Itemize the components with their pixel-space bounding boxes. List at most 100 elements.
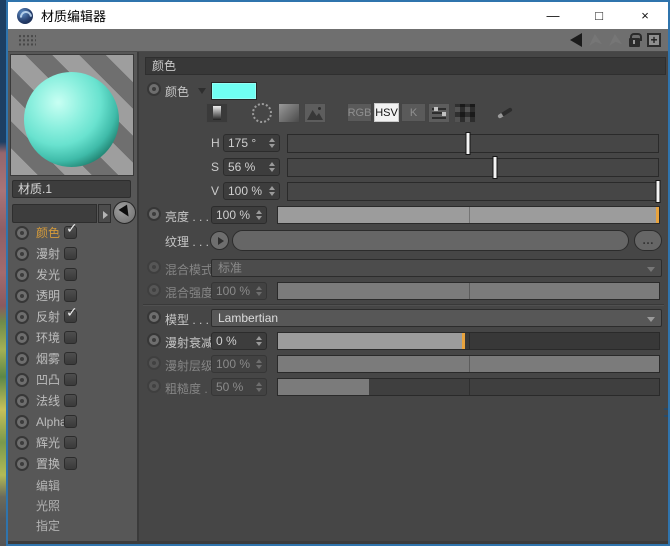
k-mode-button[interactable]: K bbox=[401, 103, 426, 122]
section-header[interactable]: 颜色 bbox=[145, 57, 666, 75]
channel-checkbox[interactable] bbox=[64, 394, 77, 407]
new-window-icon[interactable]: + bbox=[647, 33, 661, 47]
diffuse-falloff-value-field[interactable]: 0 % bbox=[211, 332, 267, 350]
spinner-icon[interactable] bbox=[256, 336, 262, 346]
channel-radio-icon[interactable] bbox=[15, 457, 29, 471]
history-icon-disabled-2 bbox=[609, 34, 622, 46]
value-value-field[interactable]: 100 % bbox=[223, 182, 280, 200]
channel-radio-icon[interactable] bbox=[15, 331, 29, 345]
channel-radio-icon[interactable] bbox=[15, 247, 29, 261]
color-wheel-mode-icon[interactable] bbox=[252, 103, 272, 123]
channel-checkbox[interactable] bbox=[64, 415, 77, 428]
channel-radio-icon[interactable] bbox=[15, 436, 29, 450]
texture-browse-button[interactable]: … bbox=[634, 230, 662, 251]
channel-checkbox[interactable] bbox=[64, 268, 77, 281]
material-name-field[interactable]: 材质.1 bbox=[12, 180, 131, 198]
pick-material-button[interactable] bbox=[113, 201, 136, 224]
channel-row[interactable]: 颜色 ✓ bbox=[8, 222, 137, 243]
channel-radio-icon[interactable] bbox=[15, 310, 29, 324]
drag-grip-icon[interactable] bbox=[18, 34, 36, 47]
channel-row[interactable]: Alpha bbox=[8, 411, 137, 432]
channel-row[interactable]: 凹凸 bbox=[8, 369, 137, 390]
spectrum-slider-mode-icon[interactable] bbox=[206, 103, 228, 123]
channel-row[interactable]: 辉光 bbox=[8, 432, 137, 453]
spinner-icon[interactable] bbox=[269, 186, 275, 196]
model-radio-icon[interactable] bbox=[147, 310, 161, 324]
hsv-mode-button[interactable]: HSV bbox=[374, 103, 399, 122]
mix-strength-value: 100 % bbox=[216, 284, 250, 298]
sidebar-extra-item[interactable]: 编辑 bbox=[8, 476, 137, 496]
channel-row[interactable]: 烟雾 bbox=[8, 348, 137, 369]
channel-radio-icon[interactable] bbox=[15, 289, 29, 303]
channel-checkbox[interactable] bbox=[64, 436, 77, 449]
channel-row[interactable]: 透明 bbox=[8, 285, 137, 306]
brightness-slider[interactable] bbox=[277, 206, 660, 224]
channel-checkbox[interactable] bbox=[64, 247, 77, 260]
lock-icon[interactable] bbox=[629, 38, 640, 47]
diffuse-falloff-slider[interactable] bbox=[277, 332, 660, 350]
channel-row[interactable]: 漫射 bbox=[8, 243, 137, 264]
channel-checkbox[interactable] bbox=[64, 457, 77, 470]
back-arrow-icon[interactable] bbox=[570, 33, 582, 47]
channel-row[interactable]: 反射 ✓ bbox=[8, 306, 137, 327]
value-slider-handle[interactable] bbox=[656, 180, 661, 203]
color-radio-icon[interactable] bbox=[147, 82, 161, 96]
shader-menu-button[interactable] bbox=[98, 204, 111, 223]
spinner-icon[interactable] bbox=[256, 210, 262, 220]
preview-shader-field[interactable] bbox=[12, 204, 97, 223]
mixer-mode-icon[interactable] bbox=[428, 103, 450, 123]
spinner-icon[interactable] bbox=[269, 162, 275, 172]
value-row: V 100 % bbox=[139, 181, 668, 201]
close-button[interactable]: × bbox=[622, 2, 668, 29]
hue-slider[interactable] bbox=[287, 134, 659, 153]
titlebar[interactable]: 材质编辑器 — □ × bbox=[8, 2, 668, 29]
chevron-down-icon[interactable] bbox=[198, 88, 206, 98]
gradient-mode-icon[interactable] bbox=[278, 103, 300, 123]
channel-row[interactable]: 发光 bbox=[8, 264, 137, 285]
value-slider[interactable] bbox=[287, 182, 659, 201]
channel-radio-icon[interactable] bbox=[15, 415, 29, 429]
right-edge-grip[interactable] bbox=[664, 408, 668, 417]
channel-radio-icon[interactable] bbox=[15, 268, 29, 282]
saturation-slider[interactable] bbox=[287, 158, 659, 177]
brightness-value-field[interactable]: 100 % bbox=[211, 206, 267, 224]
saturation-value-field[interactable]: 56 % bbox=[223, 158, 280, 176]
diffuse-level-value-field: 100 % bbox=[211, 355, 267, 373]
slider-fill bbox=[278, 356, 659, 372]
minimize-button[interactable]: — bbox=[530, 2, 576, 29]
swatches-mode-icon[interactable] bbox=[454, 103, 476, 123]
material-preview[interactable] bbox=[10, 54, 134, 176]
image-mode-icon[interactable] bbox=[304, 103, 326, 123]
channel-row[interactable]: 环境 bbox=[8, 327, 137, 348]
hue-value-field[interactable]: 175 ° bbox=[223, 134, 280, 152]
channel-radio-icon[interactable] bbox=[15, 226, 29, 240]
channel-checkbox[interactable] bbox=[64, 352, 77, 365]
channel-checkbox[interactable] bbox=[64, 289, 77, 302]
brightness-label: 亮度 . . . bbox=[165, 208, 209, 225]
eyedropper-icon[interactable] bbox=[495, 103, 517, 123]
channel-checkbox[interactable]: ✓ bbox=[64, 226, 77, 239]
spinner-icon[interactable] bbox=[269, 138, 275, 148]
color-swatch[interactable] bbox=[211, 82, 257, 100]
diffuse-falloff-radio-icon[interactable] bbox=[147, 333, 161, 347]
texture-path-field[interactable] bbox=[232, 230, 629, 251]
saturation-slider-handle[interactable] bbox=[493, 156, 498, 179]
channel-row[interactable]: 置换 bbox=[8, 453, 137, 474]
channel-checkbox[interactable]: ✓ bbox=[64, 310, 77, 323]
brightness-radio-icon[interactable] bbox=[147, 207, 161, 221]
hue-slider-handle[interactable] bbox=[465, 132, 470, 155]
color-row-label: 颜色 bbox=[165, 83, 189, 100]
channel-row[interactable]: 法线 bbox=[8, 390, 137, 411]
channel-checkbox[interactable] bbox=[64, 373, 77, 386]
rgb-mode-button[interactable]: RGB bbox=[347, 103, 372, 122]
channel-radio-icon[interactable] bbox=[15, 373, 29, 387]
channel-checkbox[interactable] bbox=[64, 331, 77, 344]
channel-radio-icon[interactable] bbox=[15, 394, 29, 408]
sidebar-extra-item[interactable]: 光照 bbox=[8, 496, 137, 516]
picker-mode-row: RGB HSV K bbox=[139, 103, 668, 123]
sidebar-extra-item[interactable]: 指定 bbox=[8, 516, 137, 536]
maximize-button[interactable]: □ bbox=[576, 2, 622, 29]
texture-arrow-button[interactable] bbox=[210, 231, 229, 250]
model-dropdown[interactable]: Lambertian bbox=[211, 309, 662, 327]
channel-radio-icon[interactable] bbox=[15, 352, 29, 366]
